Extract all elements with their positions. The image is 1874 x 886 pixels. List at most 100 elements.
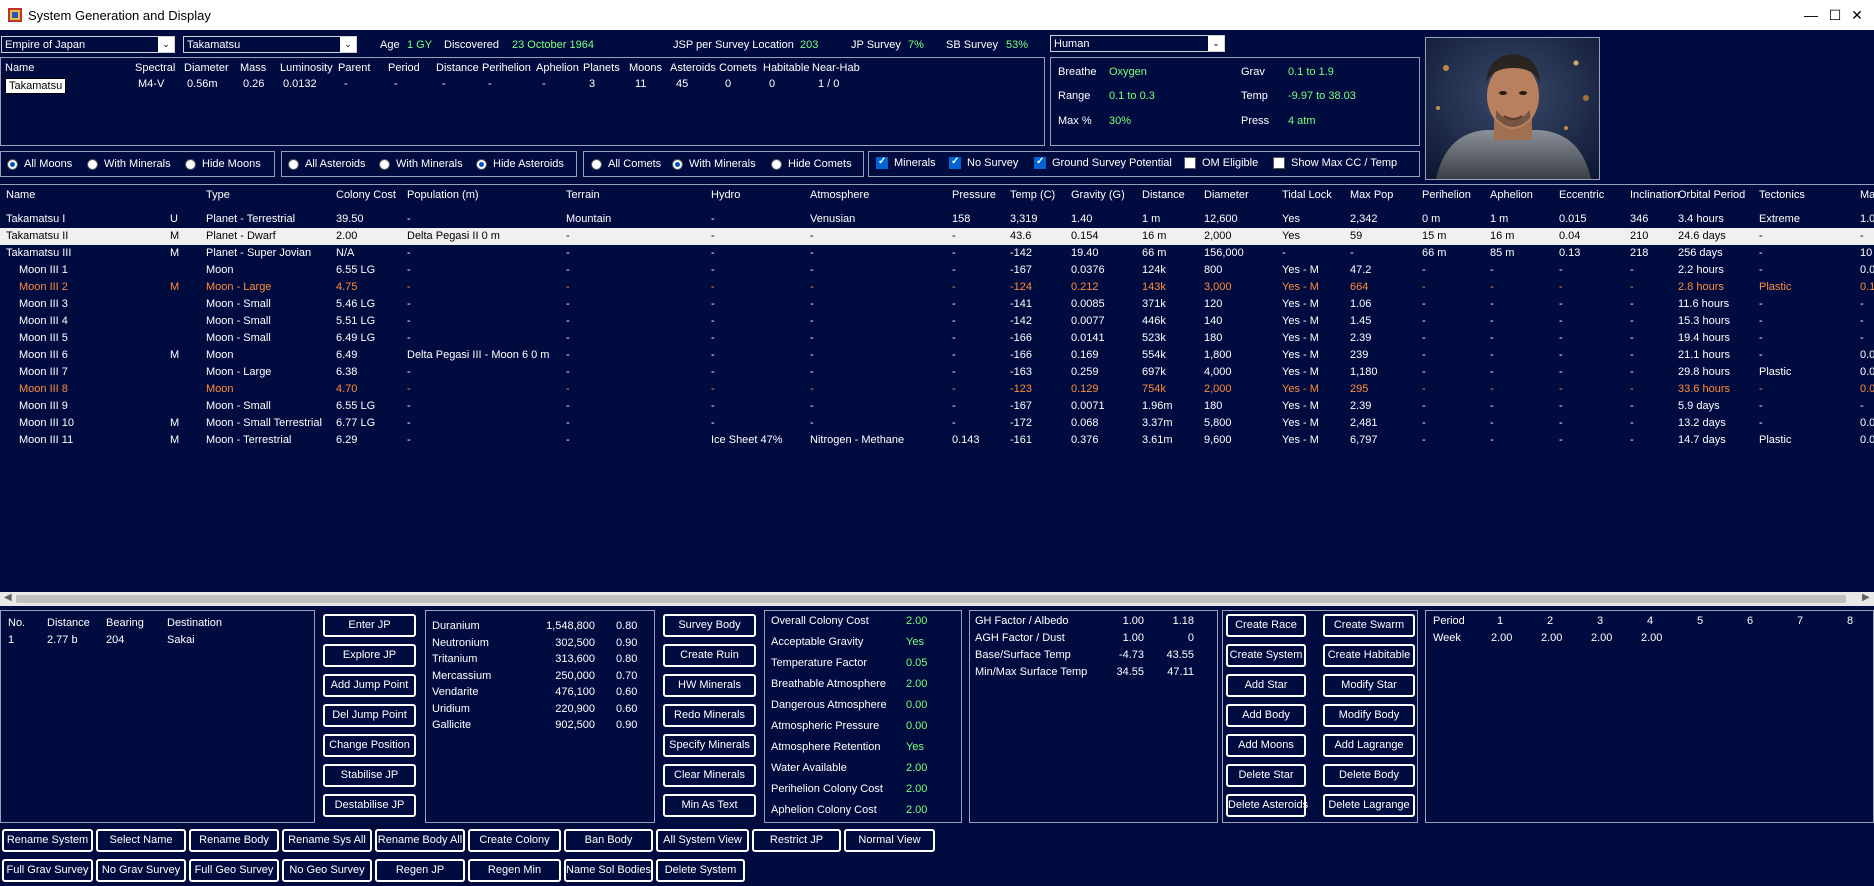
rename-body-all-button[interactable]: Rename Body All bbox=[375, 829, 465, 852]
create-system-button[interactable]: Create System bbox=[1226, 644, 1306, 667]
table-row[interactable]: Moon III 4 Moon - Small 5.51 LG - - - - - -142 0.… bbox=[0, 313, 1874, 330]
check-om-eligible[interactable]: OM Eligible bbox=[1184, 157, 1258, 169]
create-race-button[interactable]: Create Race bbox=[1226, 614, 1306, 637]
table-col-header[interactable]: Distance bbox=[1142, 189, 1185, 201]
add-body-button[interactable]: Add Body bbox=[1226, 704, 1306, 727]
restrict-jp-button[interactable]: Restrict JP bbox=[752, 829, 841, 852]
horizontal-scrollbar[interactable]: ◀ ▶ bbox=[0, 592, 1874, 606]
name-sol-bodies-button[interactable]: Name Sol Bodies bbox=[564, 859, 653, 882]
table-col-header[interactable]: Diameter bbox=[1204, 189, 1249, 201]
scrollbar-thumb[interactable] bbox=[16, 595, 1846, 603]
regen-min-button[interactable]: Regen Min bbox=[468, 859, 561, 882]
radio-hide-comets[interactable]: Hide Comets bbox=[771, 158, 852, 170]
table-col-header[interactable]: Terrain bbox=[566, 189, 600, 201]
table-col-header[interactable]: Max Pop bbox=[1350, 189, 1393, 201]
table-col-header[interactable]: Type bbox=[206, 189, 230, 201]
add-jump-point-button[interactable]: Add Jump Point bbox=[323, 674, 416, 697]
create-colony-button[interactable]: Create Colony bbox=[468, 829, 561, 852]
full-geo-survey-button[interactable]: Full Geo Survey bbox=[189, 859, 279, 882]
table-col-header[interactable]: Perihelion bbox=[1422, 189, 1471, 201]
radio-hide-asteroids[interactable]: Hide Asteroids bbox=[476, 158, 564, 170]
check-no-survey[interactable]: No Survey bbox=[949, 156, 1018, 169]
jp-row-cell[interactable]: 1 bbox=[8, 634, 14, 646]
delete-body-button[interactable]: Delete Body bbox=[1323, 764, 1415, 787]
jp-row-cell[interactable]: Sakai bbox=[167, 634, 195, 646]
no-grav-survey-button[interactable]: No Grav Survey bbox=[96, 859, 186, 882]
stabilise-jp-button[interactable]: Stabilise JP bbox=[323, 764, 416, 787]
modify-body-button[interactable]: Modify Body bbox=[1323, 704, 1415, 727]
table-row[interactable]: Moon III 6 M Moon 6.49 Delta Pegasi III - Mo… bbox=[0, 347, 1874, 364]
table-col-header[interactable]: Population (m) bbox=[407, 189, 479, 201]
table-row[interactable]: Takamatsu II M Planet - Dwarf 2.00 Delta Peg… bbox=[0, 228, 1874, 245]
table-col-header[interactable]: Eccentric bbox=[1559, 189, 1604, 201]
radio-hide-moons[interactable]: Hide Moons bbox=[185, 158, 261, 170]
table-row[interactable]: Moon III 1 Moon 6.55 LG - - - - - -167 0.0376 124k… bbox=[0, 262, 1874, 279]
table-col-header[interactable]: Orbital Period bbox=[1678, 189, 1745, 201]
normal-view-button[interactable]: Normal View bbox=[844, 829, 935, 852]
table-col-header[interactable]: Colony Cost bbox=[336, 189, 396, 201]
table-col-header[interactable]: Hydro bbox=[711, 189, 740, 201]
scroll-left-icon[interactable]: ◀ bbox=[4, 592, 12, 603]
close-icon[interactable]: ✕ bbox=[1834, 0, 1874, 30]
del-jump-point-button[interactable]: Del Jump Point bbox=[323, 704, 416, 727]
table-row[interactable]: Moon III 3 Moon - Small 5.46 LG - - - - - -141 0.… bbox=[0, 296, 1874, 313]
jp-row-cell[interactable]: 2.77 b bbox=[47, 634, 78, 646]
clear-minerals-button[interactable]: Clear Minerals bbox=[663, 764, 756, 787]
table-row[interactable]: Moon III 11 M Moon - Terrestrial 6.29 - - Ice … bbox=[0, 432, 1874, 449]
table-row[interactable]: Takamatsu III M Planet - Super Jovian N/A - -… bbox=[0, 245, 1874, 262]
table-col-header[interactable]: Ma bbox=[1860, 189, 1874, 201]
change-position-button[interactable]: Change Position bbox=[323, 734, 416, 757]
check-minerals[interactable]: Minerals bbox=[876, 156, 936, 169]
radio-all-asteroids[interactable]: All Asteroids bbox=[288, 158, 366, 170]
table-col-header[interactable]: Inclination bbox=[1630, 189, 1680, 201]
add-star-button[interactable]: Add Star bbox=[1226, 674, 1306, 697]
table-row[interactable]: Takamatsu I U Planet - Terrestrial 39.50 - Mo… bbox=[0, 211, 1874, 228]
survey-body-button[interactable]: Survey Body bbox=[663, 614, 756, 637]
create-swarm-button[interactable]: Create Swarm bbox=[1323, 614, 1415, 637]
scroll-right-icon[interactable]: ▶ bbox=[1862, 592, 1870, 603]
modify-star-button[interactable]: Modify Star bbox=[1323, 674, 1415, 697]
select-name-button[interactable]: Select Name bbox=[96, 829, 186, 852]
table-col-header[interactable]: Gravity (G) bbox=[1071, 189, 1125, 201]
rename-sys-all-button[interactable]: Rename Sys All bbox=[282, 829, 372, 852]
table-col-header[interactable]: Atmosphere bbox=[810, 189, 869, 201]
table-col-header[interactable]: Tectonics bbox=[1759, 189, 1805, 201]
rename-system-button[interactable]: Rename System bbox=[2, 829, 93, 852]
add-lagrange-button[interactable]: Add Lagrange bbox=[1323, 734, 1415, 757]
radio-all-comets[interactable]: All Comets bbox=[591, 158, 661, 170]
check-ground-survey-potential[interactable]: Ground Survey Potential bbox=[1034, 156, 1172, 169]
delete-star-button[interactable]: Delete Star bbox=[1226, 764, 1306, 787]
table-row[interactable]: Moon III 8 Moon 4.70 - - - - - -123 0.129 754k 2,00… bbox=[0, 381, 1874, 398]
delete-lagrange-button[interactable]: Delete Lagrange bbox=[1323, 794, 1415, 817]
min-as-text-button[interactable]: Min As Text bbox=[663, 794, 756, 817]
check-show-max-cc-temp[interactable]: Show Max CC / Temp bbox=[1273, 157, 1397, 169]
full-grav-survey-button[interactable]: Full Grav Survey bbox=[2, 859, 93, 882]
create-habitable-button[interactable]: Create Habitable bbox=[1323, 644, 1415, 667]
table-row[interactable]: Moon III 10 M Moon - Small Terrestrial 6.77… bbox=[0, 415, 1874, 432]
create-ruin-button[interactable]: Create Ruin bbox=[663, 644, 756, 667]
radio-moons-with-minerals[interactable]: With Minerals bbox=[87, 158, 171, 170]
table-col-header[interactable]: Pressure bbox=[952, 189, 996, 201]
explore-jp-button[interactable]: Explore JP bbox=[323, 644, 416, 667]
all-system-view-button[interactable]: All System View bbox=[656, 829, 749, 852]
add-moons-button[interactable]: Add Moons bbox=[1226, 734, 1306, 757]
table-row[interactable]: Moon III 5 Moon - Small 6.49 LG - - - - - -166 0.… bbox=[0, 330, 1874, 347]
radio-asteroids-with-minerals[interactable]: With Minerals bbox=[379, 158, 463, 170]
system-select[interactable]: Takamatsu ⌄ bbox=[183, 36, 357, 53]
no-geo-survey-button[interactable]: No Geo Survey bbox=[282, 859, 372, 882]
ban-body-button[interactable]: Ban Body bbox=[564, 829, 653, 852]
delete-asteroids-button[interactable]: Delete Asteroids bbox=[1226, 794, 1308, 817]
table-col-header[interactable]: Name bbox=[6, 189, 35, 201]
race-select[interactable]: Human ⌄ bbox=[1050, 35, 1225, 52]
radio-comets-with-minerals[interactable]: With Minerals bbox=[672, 158, 756, 170]
body-table[interactable]: Takamatsu I U Planet - Terrestrial 39.50- Mo… bbox=[0, 211, 1874, 586]
table-col-header[interactable]: Aphelion bbox=[1490, 189, 1533, 201]
hw-minerals-button[interactable]: HW Minerals bbox=[663, 674, 756, 697]
rename-body-button[interactable]: Rename Body bbox=[189, 829, 279, 852]
table-col-header[interactable]: Tidal Lock bbox=[1282, 189, 1332, 201]
enter-jp-button[interactable]: Enter JP bbox=[323, 614, 416, 637]
empire-select[interactable]: Empire of Japan ⌄ bbox=[1, 36, 175, 53]
table-col-header[interactable]: Temp (C) bbox=[1010, 189, 1055, 201]
redo-minerals-button[interactable]: Redo Minerals bbox=[663, 704, 756, 727]
regen-jp-button[interactable]: Regen JP bbox=[375, 859, 465, 882]
